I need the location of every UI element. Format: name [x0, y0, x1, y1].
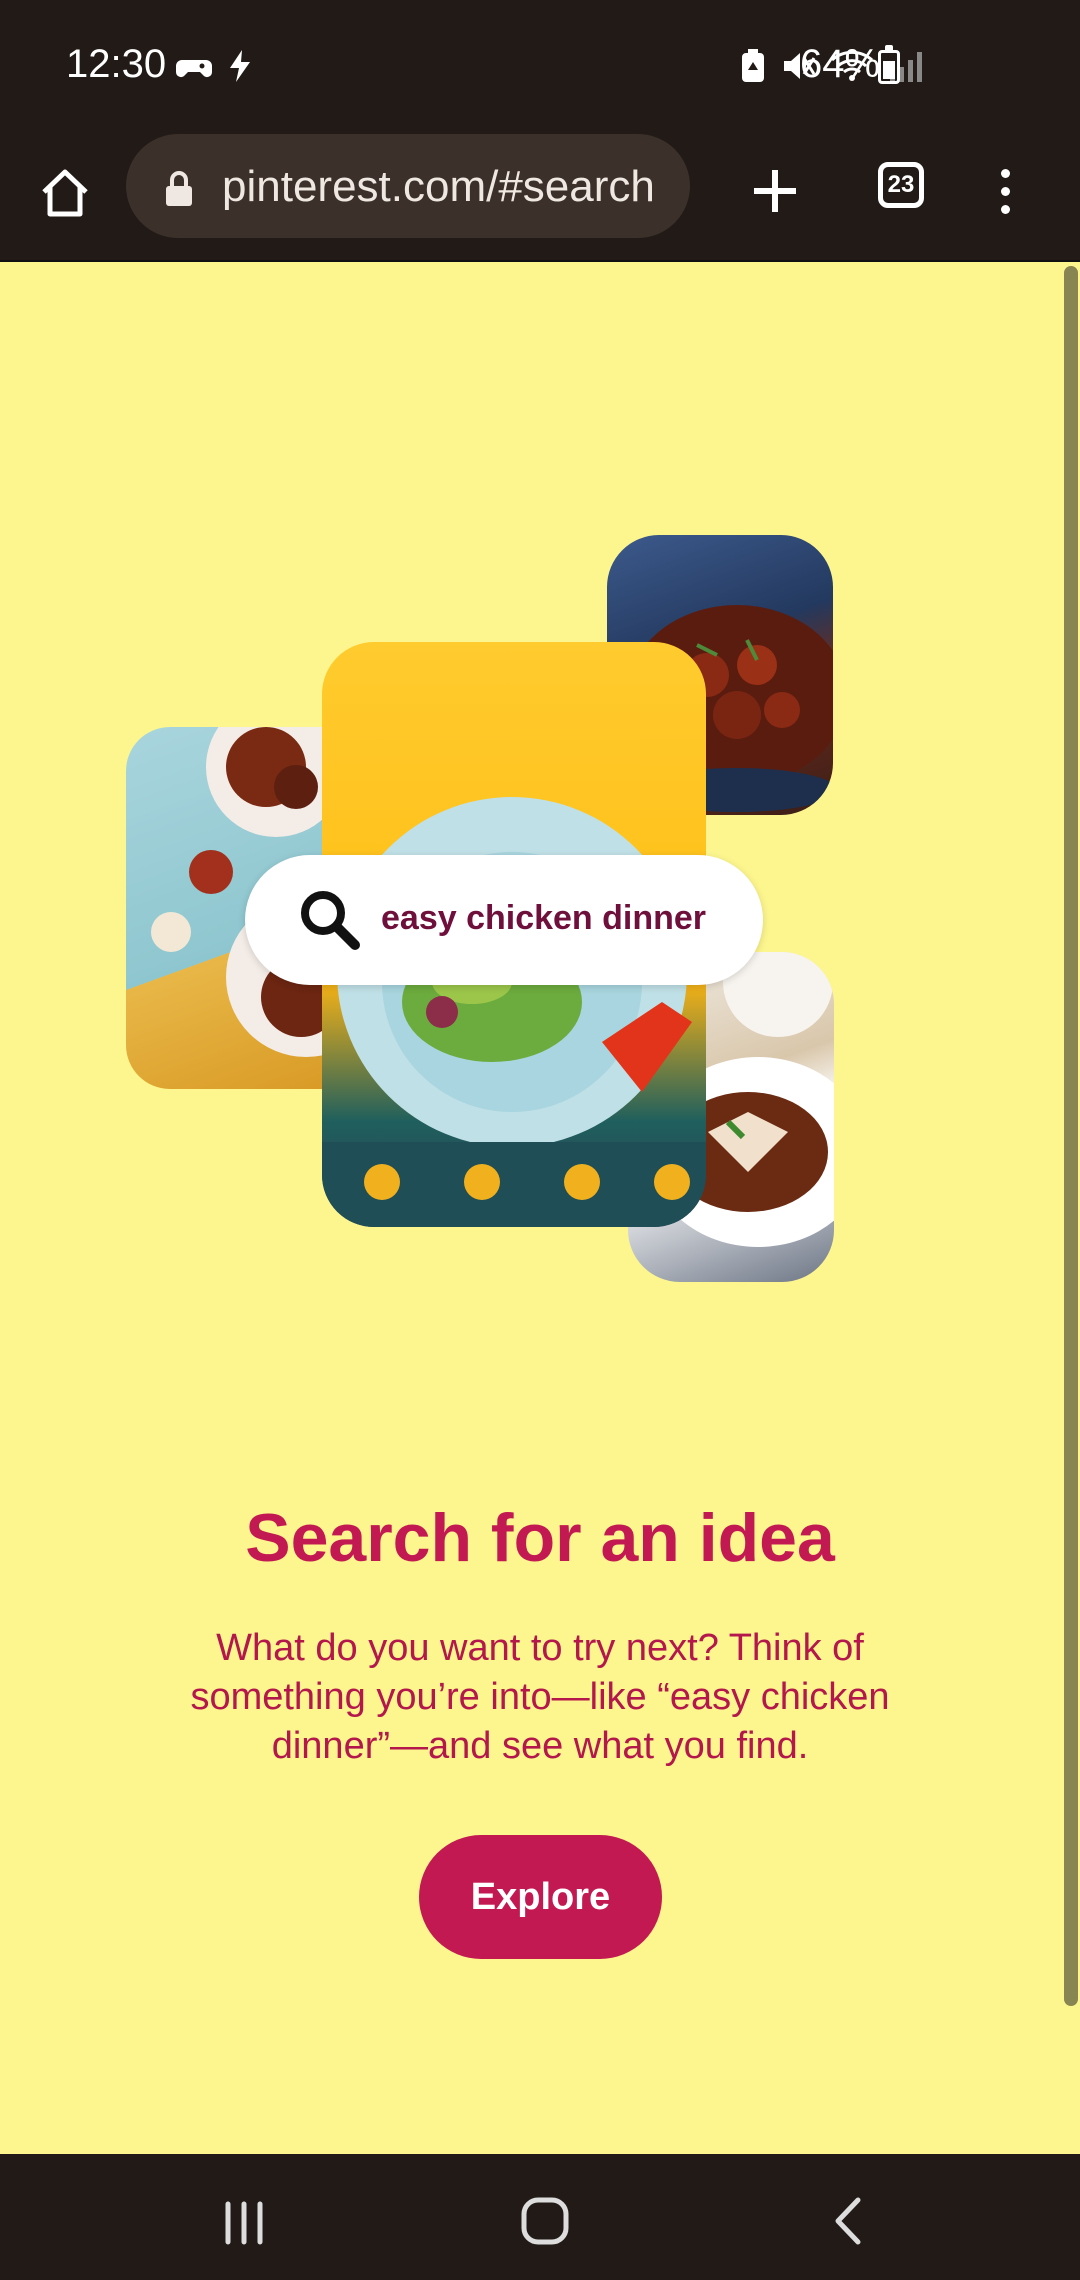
flash-icon [230, 50, 250, 82]
battery-saver-icon [742, 49, 764, 82]
food-collage: easy chicken dinner [0, 262, 1080, 1362]
tab-count: 23 [887, 171, 915, 198]
explore-button[interactable]: Explore [419, 1835, 662, 1959]
search-icon [301, 891, 360, 950]
more-menu-button[interactable] [980, 156, 1030, 226]
back-icon[interactable] [828, 2196, 868, 2246]
game-controller-icon [176, 60, 212, 77]
search-pill: easy chicken dinner [245, 855, 763, 985]
url-text: pinterest.com/#search [222, 162, 655, 211]
recents-icon[interactable] [220, 2198, 270, 2248]
search-query-text: easy chicken dinner [381, 899, 707, 937]
home-button[interactable] [30, 158, 100, 228]
status-time: 12:30 [66, 42, 167, 86]
new-tab-button[interactable] [740, 156, 810, 226]
url-bar[interactable]: pinterest.com/#search [126, 134, 690, 238]
page-body-text: What do you want to try next? Think of s… [190, 1627, 890, 1767]
page-headline: Search for an idea [245, 1500, 835, 1576]
home-icon [42, 169, 88, 217]
battery-percent: 64% [800, 42, 881, 86]
battery-icon [878, 45, 900, 84]
browser-toolbar: pinterest.com/#search 23 [0, 130, 1080, 260]
lock-icon [166, 171, 192, 206]
tabs-button[interactable]: 23 [878, 162, 924, 208]
more-vert-icon [1000, 168, 1010, 178]
system-nav-bar [0, 2154, 1080, 2280]
page-content: easy chicken dinner Search for an idea W… [0, 260, 1080, 2156]
home-circle-icon[interactable] [520, 2196, 570, 2246]
plus-icon [754, 170, 796, 212]
status-bar: 12:30 64% [0, 0, 1080, 130]
status-icons-left [176, 48, 254, 84]
